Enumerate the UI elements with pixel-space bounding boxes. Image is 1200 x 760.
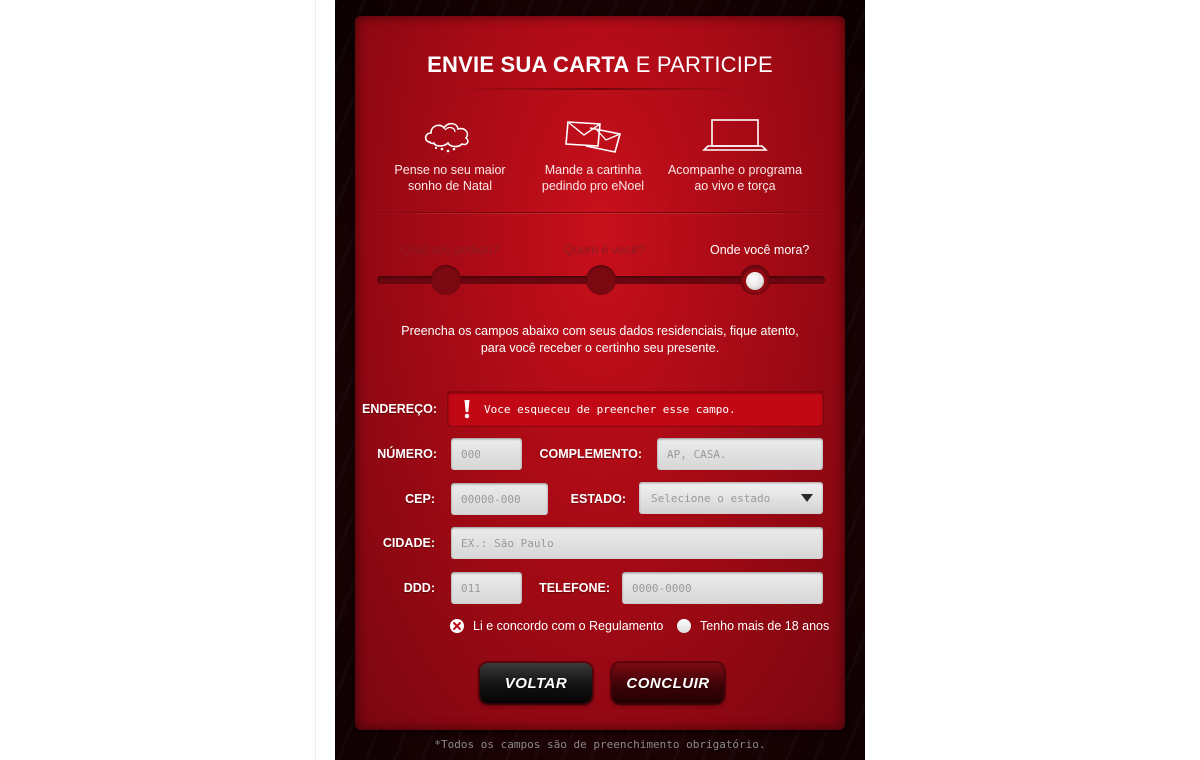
how-step-dream-line1: Pense no seu maior — [394, 163, 506, 177]
how-step-dream: Pense no seu maior sonho de Natal — [375, 116, 525, 194]
regulamento-label: Li e concordo com o Regulamento — [473, 619, 664, 633]
endereco-error-message: Voce esqueceu de preencher esse campo. — [484, 402, 736, 416]
regulamento-checkbox[interactable]: Li e concordo com o Regulamento — [450, 619, 663, 633]
estado-label: ESTADO: — [570, 492, 626, 506]
error-x-icon — [450, 619, 464, 633]
progress-dot-1[interactable] — [431, 265, 461, 295]
required-fields-note: *Todos os campos são de preenchimento ob… — [434, 738, 766, 751]
page-left-rule — [315, 0, 316, 760]
numero-input[interactable] — [451, 438, 522, 470]
how-step-send: Mande a cartinha pedindo pro eNoel — [518, 116, 668, 194]
cloud-dream-icon — [424, 122, 469, 153]
complemento-input[interactable] — [657, 438, 823, 470]
progress-knob[interactable] — [746, 272, 764, 290]
telefone-label: TELEFONE: — [539, 581, 610, 595]
telefone-input[interactable] — [622, 572, 823, 604]
exclamation-icon — [458, 399, 476, 419]
envelope-icon — [565, 121, 622, 153]
instructions-text: Preencha os campos abaixo com seus dados… — [395, 323, 805, 357]
estado-select[interactable]: Selecione o estado — [639, 482, 823, 514]
how-step-watch-line1: Acompanhe o programa — [667, 163, 803, 177]
estado-selected-value: Selecione o estado — [651, 491, 771, 505]
letter-form-card: ENVIE SUA CARTA E PARTICIPE Pense no seu… — [355, 16, 845, 730]
instructions-line2: para você receber o certinho seu present… — [480, 341, 720, 355]
how-step-watch: Acompanhe o programa ao vivo e torça — [660, 116, 810, 194]
dropdown-arrow-icon — [801, 494, 813, 502]
cidade-label: CIDADE: — [382, 536, 435, 550]
progress-dot-2[interactable] — [586, 265, 616, 295]
section-divider-highlight — [355, 213, 845, 214]
how-it-works-steps: Pense no seu maior sonho de Natal Mande … — [355, 116, 845, 216]
how-step-watch-line2: ao vivo e torça — [694, 179, 776, 193]
ddd-input[interactable] — [451, 572, 522, 604]
maior-idade-checkbox[interactable]: Tenho mais de 18 anos — [677, 619, 829, 633]
title-underline — [455, 88, 745, 90]
submit-button[interactable]: CONCLUIR — [612, 663, 724, 703]
laptop-icon — [702, 119, 768, 151]
maior-idade-label: Tenho mais de 18 anos — [700, 619, 830, 633]
ddd-label: DDD: — [403, 581, 435, 595]
back-button[interactable]: VOLTAR — [480, 663, 592, 703]
how-step-dream-line2: sonho de Natal — [407, 179, 493, 193]
title-bold: ENVIE SUA CARTA — [427, 52, 630, 77]
how-step-send-line2: pedindo pro eNoel — [541, 179, 645, 193]
how-step-send-line1: Mande a cartinha — [544, 163, 642, 177]
unchecked-circle-icon — [677, 619, 691, 633]
endereco-label: ENDEREÇO: — [361, 402, 437, 416]
instructions-line1: Preencha os campos abaixo com seus dados… — [401, 324, 799, 338]
endereco-field-error[interactable]: Voce esqueceu de preencher esse campo. — [448, 392, 823, 426]
numero-label: NÚMERO: — [377, 447, 437, 461]
progress-step-quem[interactable]: Quem é você? — [564, 243, 645, 257]
progress-step-pedido[interactable]: Qual seu pedido? — [401, 243, 499, 257]
cidade-input[interactable] — [451, 527, 823, 559]
progress-step-onde[interactable]: Onde você mora? — [710, 243, 809, 257]
cep-label: CEP: — [405, 492, 435, 506]
title-light: E PARTICIPE — [635, 52, 773, 77]
cep-input[interactable] — [451, 483, 548, 515]
complemento-label: COMPLEMENTO: — [539, 447, 642, 461]
page-title: ENVIE SUA CARTA E PARTICIPE — [355, 52, 845, 78]
